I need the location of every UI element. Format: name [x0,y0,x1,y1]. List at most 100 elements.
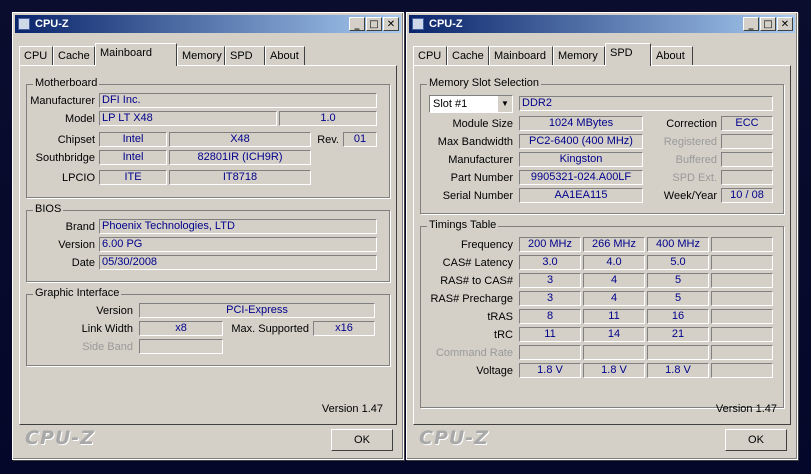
buffered-value [721,152,773,167]
title-bar[interactable]: CPU-Z _ □ ✕ [409,15,795,33]
group-title: Motherboard [33,77,100,89]
timing-cell: 4.0 [583,255,645,270]
timing-cell: 11 [519,327,581,342]
tab-cpu[interactable]: CPU [413,46,447,65]
model-label: Model [65,113,95,125]
spd-ext-value [721,170,773,185]
timing-cell: 4 [583,291,645,306]
slot-select[interactable]: Slot #1 ▼ [429,95,513,113]
max-supported-label: Max. Supported [231,323,309,335]
tab-spd[interactable]: SPD [605,43,651,66]
bios-date-value: 05/30/2008 [99,255,377,270]
chipset-vendor: Intel [99,132,167,147]
lpcio-model: IT8718 [169,170,311,185]
rev-label: Rev. [317,134,339,146]
timing-cell: 11 [583,309,645,324]
timing-cell: 4 [583,273,645,288]
max-bandwidth-label: Max Bandwidth [437,136,513,148]
registered-label: Registered [663,136,717,148]
graphic-interface-group: Graphic Interface Version PCI-Express Li… [26,287,390,366]
bios-date-label: Date [71,257,95,269]
serial-number-label: Serial Number [442,190,513,202]
timing-cell: 200 MHz [519,237,581,252]
tab-about[interactable]: About [265,46,305,65]
bios-version-label: Version [58,239,95,251]
timing-cell [519,345,581,360]
version-text: Version 1.47 [321,403,383,415]
timing-cell [583,345,645,360]
spd-panel: Memory Slot Selection Slot #1 ▼ DDR2 Mod… [413,65,791,425]
timing-cell: 5.0 [647,255,709,270]
spd-manufacturer-label: Manufacturer [448,154,513,166]
timing-cell: 8 [519,309,581,324]
ok-button[interactable]: OK [725,429,787,451]
lpcio-label: LPCIO [61,172,95,184]
version-text: Version 1.47 [715,403,777,415]
maximize-button[interactable]: □ [366,17,382,31]
maximize-button[interactable]: □ [760,17,776,31]
motherboard-group: Motherboard Manufacturer DFI Inc. Model … [26,77,390,198]
timing-cell [711,273,773,288]
spd-ext-label: SPD Ext. [672,172,717,184]
correction-value: ECC [721,116,773,131]
timing-cell [711,291,773,306]
tab-strip: CPU Cache Mainboard Memory SPD About [413,43,791,66]
tab-mainboard[interactable]: Mainboard [95,43,177,66]
timing-cell: 5 [647,291,709,306]
timing-cell: 1.8 V [583,363,645,378]
timing-cell: 1.8 V [647,363,709,378]
close-button[interactable]: ✕ [383,17,399,31]
lpcio-vendor: ITE [99,170,167,185]
tab-cache[interactable]: Cache [447,46,489,65]
chevron-down-icon[interactable]: ▼ [497,96,512,112]
timing-cell [711,237,773,252]
group-title: Timings Table [427,219,499,231]
bios-brand-label: Brand [65,221,95,233]
tab-spd[interactable]: SPD [225,46,265,65]
tab-memory[interactable]: Memory [553,46,605,65]
buffered-label: Buffered [675,154,717,166]
timing-cell: 3.0 [519,255,581,270]
max-bandwidth-value: PC2-6400 (400 MHz) [519,134,643,149]
timing-cell [711,345,773,360]
timing-cell [711,327,773,342]
link-width-value: x8 [139,321,223,336]
cpuz-window-spd: CPU-Z _ □ ✕ CPU Cache Mainboard Memory S… [406,12,798,460]
cpuz-logo: CPU-Z [419,427,489,449]
close-button[interactable]: ✕ [777,17,793,31]
window-title: CPU-Z [35,18,69,30]
timing-cell: 266 MHz [583,237,645,252]
cpuz-app-icon [18,18,30,30]
timing-cell: 400 MHz [647,237,709,252]
minimize-button[interactable]: _ [349,17,365,31]
timing-cell [711,309,773,324]
week-year-value: 10 / 08 [721,188,773,203]
part-number-value: 9905321-024.A00LF [519,170,643,185]
gi-version-label: Version [96,305,133,317]
bios-group: BIOS Brand Phoenix Technologies, LTD Ver… [26,203,390,282]
cpuz-window-mainboard: CPU-Z _ □ ✕ CPU Cache Mainboard Memory S… [12,12,404,460]
group-title: Memory Slot Selection [427,77,542,89]
timing-cell [711,363,773,378]
model-value: LP LT X48 [99,111,277,126]
tab-mainboard[interactable]: Mainboard [489,46,553,65]
southbridge-model: 82801IR (ICH9R) [169,150,311,165]
timing-row-label: RAS# Precharge [430,293,513,305]
timing-row-label: Command Rate [435,347,513,359]
timing-cell: 3 [519,291,581,306]
tab-memory[interactable]: Memory [177,46,225,65]
tab-cpu[interactable]: CPU [19,46,53,65]
module-size-label: Module Size [452,118,513,130]
manufacturer-value: DFI Inc. [99,93,377,108]
correction-label: Correction [666,118,717,130]
timing-row-label: RAS# to CAS# [440,275,513,287]
window-title: CPU-Z [429,18,463,30]
tab-about[interactable]: About [651,46,693,65]
max-supported-value: x16 [313,321,375,336]
minimize-button[interactable]: _ [743,17,759,31]
ok-button[interactable]: OK [331,429,393,451]
title-bar[interactable]: CPU-Z _ □ ✕ [15,15,401,33]
timing-cell: 5 [647,273,709,288]
tab-cache[interactable]: Cache [53,46,95,65]
cpuz-app-icon [412,18,424,30]
